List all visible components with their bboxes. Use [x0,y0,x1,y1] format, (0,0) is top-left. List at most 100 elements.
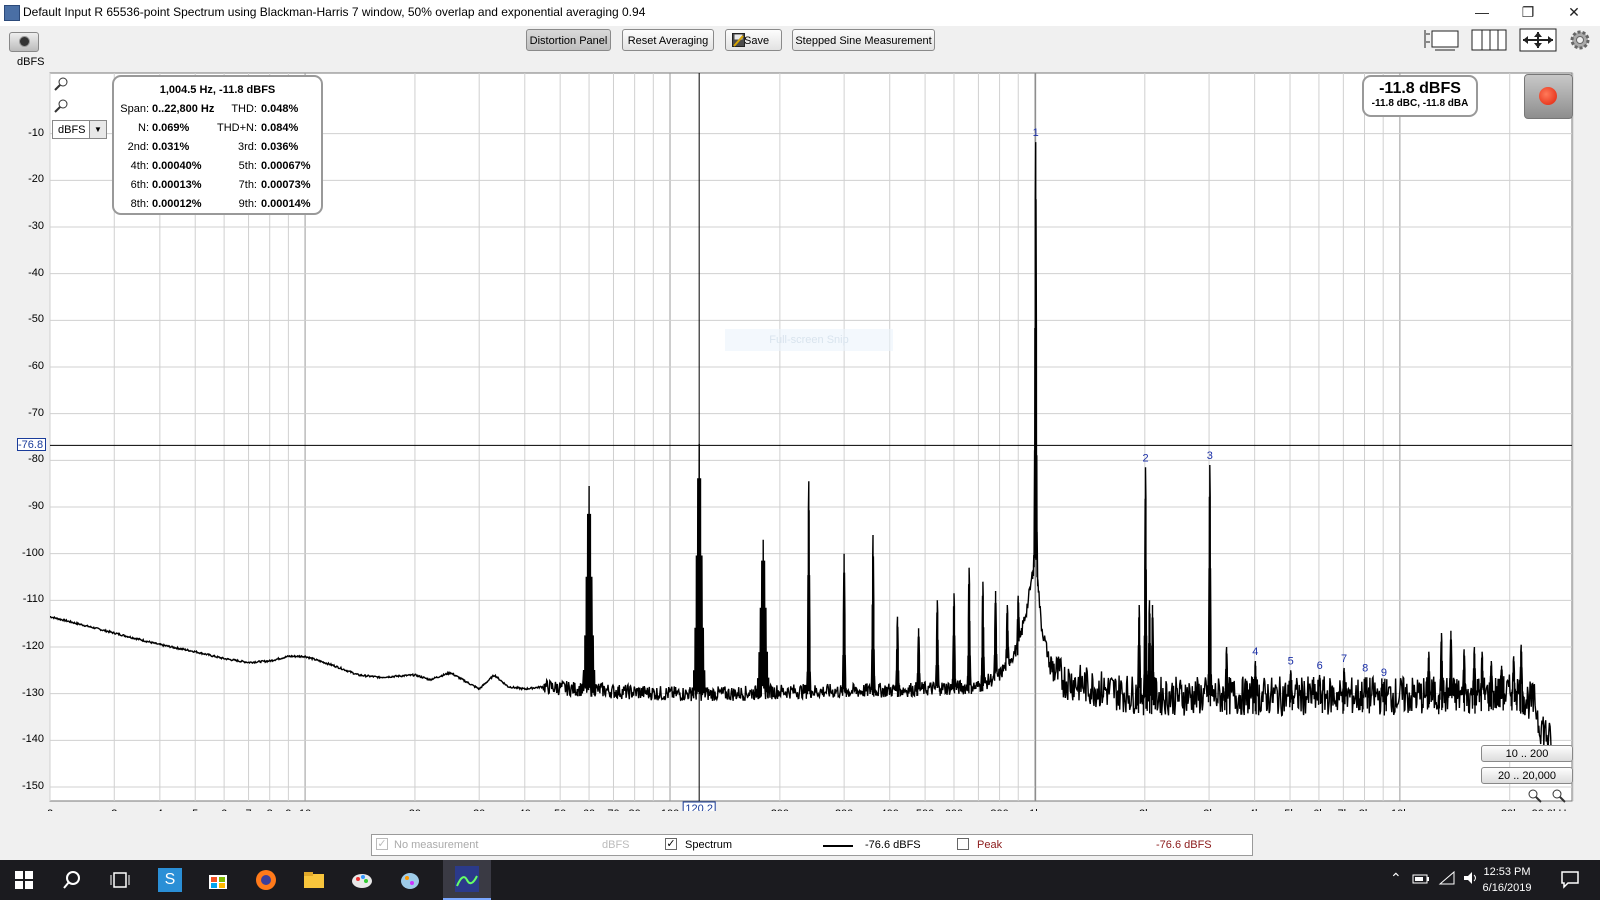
x-tick-label: 3k [1203,808,1215,811]
x-tick-label: 2k [1139,808,1151,811]
task-view-icon[interactable] [108,868,132,892]
legend-spectrum-swatch [823,845,853,847]
reset-averaging-button[interactable]: Reset Averaging [622,29,714,51]
x-tick-label: 100 [661,808,679,811]
readout-label: 5th: [238,160,257,172]
harmonic-label: 6 [1317,660,1323,672]
x-tick-label: 60 [583,808,595,811]
distortion-panel-button[interactable]: Distortion Panel [526,29,611,51]
fit-axes-icon[interactable] [1518,28,1558,52]
x-tick-label: 20k [1501,808,1519,811]
gear-icon[interactable] [1568,28,1592,52]
clock-time: 12:53 PM [1483,866,1531,878]
save-button[interactable]: Save [725,29,782,51]
x-tick-label: 10k [1391,808,1409,811]
readout-label: 8th: [130,198,149,210]
paint-3d-icon[interactable] [398,868,422,892]
multi-graph-layout-icon[interactable] [1470,28,1508,52]
close-button[interactable]: ✕ [1554,2,1594,22]
x-tick-label: 7 [245,808,251,811]
readout-label: 3rd: [238,141,257,153]
title-bar: Default Input R 65536-point Spectrum usi… [0,0,1600,26]
cursor-x-label: 120.2 [685,803,713,811]
x-tick-label: 600 [945,808,963,811]
x-tick-label: 400 [881,808,899,811]
x-tick-label: 80 [629,808,641,811]
zoom-in-x-icon[interactable] [1527,788,1543,804]
readout-label: 4th: [130,160,149,172]
x-tick-label: 6k [1313,808,1325,811]
app-s-icon[interactable]: S [158,868,182,892]
x-tick-label: 5k [1284,808,1296,811]
zoom-out-y-icon[interactable] [53,98,69,114]
y-tick-label: -10 [28,126,44,139]
legend-no-measurement: No measurement [394,839,479,851]
harmonic-label: 9 [1381,667,1387,679]
search-icon[interactable] [60,868,84,892]
harmonic-label: 2 [1142,452,1148,464]
record-button[interactable] [1524,74,1573,119]
camera-icon[interactable] [9,32,39,52]
app-icon [4,5,20,21]
readout-value: 0.048% [261,103,299,115]
stepped-sine-button[interactable]: Stepped Sine Measurement [792,29,935,51]
ghost-overlay: Full-screen Snip [725,329,893,351]
level-meter-sub: -11.8 dBC, -11.8 dBA [1371,98,1469,109]
harmonic-label: 4 [1252,646,1258,658]
readout-value: 0.00014% [261,198,311,210]
spectrum-checkbox[interactable]: ✓ [665,838,677,850]
readout-label: 6th: [130,179,149,191]
minimize-button[interactable]: — [1462,2,1502,22]
readout-label: N: [138,122,149,134]
harmonic-label: 1 [1033,127,1039,139]
store-icon[interactable] [206,868,230,892]
y-tick-label: -60 [28,360,44,372]
file-explorer-icon[interactable] [302,868,326,892]
x-tick-label: 6 [221,808,227,811]
y-tick-label: -50 [28,313,44,326]
windows-start-icon[interactable] [12,868,36,892]
readout-label: THD: [231,103,257,115]
y-tick-label: -70 [28,406,44,419]
tray-chevron-icon[interactable]: ⌃ [1390,870,1402,887]
firefox-icon[interactable] [254,868,278,892]
paint-icon[interactable] [350,868,374,892]
y-tick-label: -110 [22,593,44,606]
x-tick-label: 8k [1359,808,1371,811]
readout-value: 0.031% [152,141,190,153]
x-tick-label: 30 [473,808,485,811]
cursor-y-label: -76.8 [17,438,46,452]
y-tick-label: -80 [28,453,44,466]
zoom-range-20-20000-button[interactable]: 20 .. 20,000 [1481,767,1573,784]
zoom-range-10-200-button[interactable]: 10 .. 200 [1481,745,1573,762]
x-tick-label: 2 [48,808,53,811]
readout-value: 0.069% [152,122,190,134]
no-measurement-checkbox[interactable]: ✓ [376,838,388,850]
y-tick-label: -120 [21,640,44,652]
legend-spectrum-value: -76.6 dBFS [865,839,921,851]
system-clock[interactable]: 12:53 PM 6/16/2019 [1467,864,1547,896]
clock-date: 6/16/2019 [1482,882,1532,894]
battery-icon[interactable] [1412,872,1430,886]
readout-label: 2nd: [127,141,149,153]
y-tick-label: -90 [28,500,44,512]
rew-icon [455,866,479,892]
x-tick-label: 800 [990,808,1008,811]
harmonic-label: 3 [1207,450,1213,462]
readout-value: 0.036% [261,141,299,153]
maximize-button[interactable]: ❐ [1508,2,1548,22]
peak-checkbox[interactable] [957,838,969,850]
zoom-out-x-icon[interactable] [1551,788,1567,804]
y-tick-label: -140 [21,733,44,746]
rew-taskbar-button[interactable] [443,860,491,900]
notification-icon[interactable] [1559,868,1581,890]
x-tick-label: 1k [1029,808,1041,811]
x-tick-label: 200 [771,808,789,811]
single-graph-layout-icon[interactable] [1423,28,1461,52]
wifi-icon[interactable] [1438,870,1456,886]
readout-label: 9th: [238,198,257,210]
zoom-in-y-icon[interactable] [53,76,69,92]
x-tick-label: 10 [299,808,311,811]
x-tick-label: 3 [111,808,117,811]
record-icon [1539,87,1557,105]
